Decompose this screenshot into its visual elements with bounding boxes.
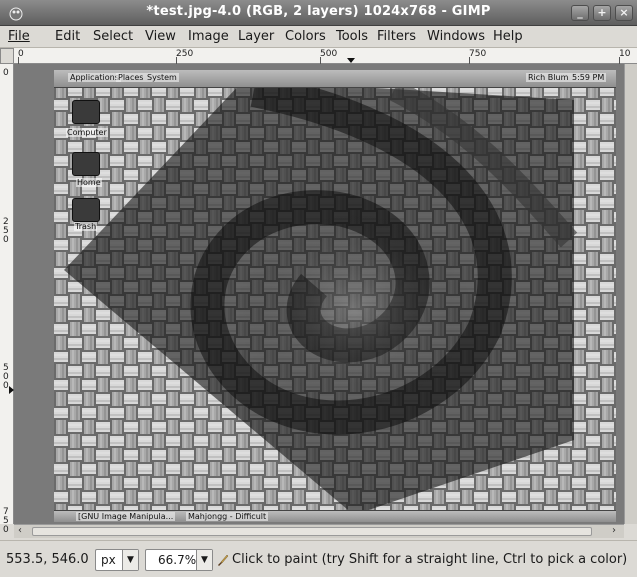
menu-filters[interactable]: Filters <box>377 29 416 44</box>
chevron-down-icon[interactable]: ▼ <box>122 550 138 570</box>
scroll-right-icon[interactable]: › <box>612 525 616 536</box>
status-message: Click to paint (try Shift for a straight… <box>232 552 628 567</box>
minimize-button[interactable]: _ <box>571 5 589 21</box>
menu-image[interactable]: Image <box>188 29 229 44</box>
scroll-left-icon[interactable]: ‹ <box>18 525 22 536</box>
menu-colors[interactable]: Colors <box>285 29 326 44</box>
zoom-selector[interactable]: 66.7% ▼ <box>145 549 213 571</box>
menu-edit[interactable]: Edit <box>55 29 80 44</box>
menu-bar: File Edit Select View Image Layer Colors… <box>0 26 637 48</box>
menu-view[interactable]: View <box>145 29 176 44</box>
vertical-scrollbar[interactable] <box>624 64 637 524</box>
menu-windows[interactable]: Windows <box>427 29 485 44</box>
status-bar: 553.5, 546.0 px ▼ 66.7% ▼ Click to paint… <box>0 540 637 577</box>
menu-tools[interactable]: Tools <box>336 29 368 44</box>
menu-help[interactable]: Help <box>493 29 523 44</box>
pointer-coordinates: 553.5, 546.0 <box>6 552 89 567</box>
vertical-ruler[interactable]: 0 250 500 750 <box>0 64 14 535</box>
window-title: *test.jpg-4.0 (RGB, 2 layers) 1024x768 -… <box>146 4 491 19</box>
screenshot-panel: Applications Places System Rich Blum 5:5… <box>54 70 616 88</box>
home-folder-icon <box>72 152 100 176</box>
paintbrush-icon <box>218 554 229 566</box>
title-bar: *test.jpg-4.0 (RGB, 2 layers) 1024x768 -… <box>0 0 637 26</box>
pointer-marker-h <box>347 58 355 63</box>
menu-layer[interactable]: Layer <box>238 29 274 44</box>
quick-mask-corner-button[interactable] <box>0 48 14 64</box>
close-button[interactable]: × <box>615 5 633 21</box>
horizontal-scrollbar[interactable]: ‹ › <box>14 524 624 538</box>
woven-swirl-image[interactable] <box>54 70 616 522</box>
unit-selector[interactable]: px ▼ <box>95 549 139 571</box>
horizontal-ruler[interactable]: 0 250 500 750 10 <box>14 48 637 64</box>
maximize-button[interactable]: + <box>593 5 611 21</box>
screenshot-taskbar: [GNU Image Manipula... Mahjongg - Diffic… <box>54 510 616 522</box>
chevron-down-icon[interactable]: ▼ <box>196 550 212 570</box>
image-canvas[interactable]: Applications Places System Rich Blum 5:5… <box>14 64 624 524</box>
menu-file[interactable]: File <box>8 29 30 44</box>
computer-icon <box>72 100 100 124</box>
trash-icon <box>72 198 100 222</box>
horizontal-scroll-thumb[interactable] <box>32 527 592 536</box>
menu-select[interactable]: Select <box>93 29 133 44</box>
